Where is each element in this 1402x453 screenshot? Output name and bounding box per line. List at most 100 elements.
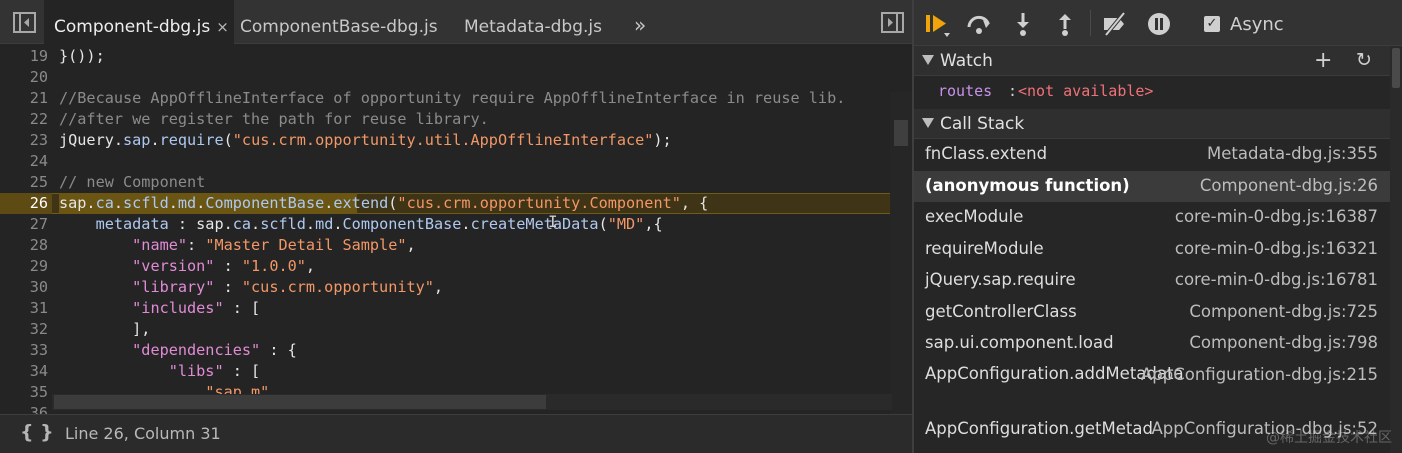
call-frame-location[interactable]: core-min-0-dbg.js:16321 <box>1175 239 1378 258</box>
line-number[interactable]: 23 <box>0 130 48 151</box>
expand-triangle-icon[interactable] <box>922 55 934 65</box>
code-line[interactable]: ], <box>59 319 150 340</box>
line-number[interactable]: 21 <box>0 88 48 109</box>
call-frame-location[interactable]: Component-dbg.js:26 <box>1200 176 1378 195</box>
code-line[interactable]: "dependencies" : { <box>59 340 297 361</box>
call-frame[interactable]: (anonymous function) Component-dbg.js:26 <box>914 171 1390 202</box>
horizontal-scroll-thumb[interactable] <box>54 395 546 409</box>
code-token: sap <box>123 131 151 149</box>
call-frame[interactable]: execModule core-min-0-dbg.js:16387 <box>914 202 1390 233</box>
code-line[interactable]: "includes" : [ <box>59 298 260 319</box>
code-token: : [ <box>223 299 261 317</box>
current-line-number[interactable]: 26 <box>0 193 52 214</box>
line-number[interactable]: 31 <box>0 298 48 319</box>
call-frame-function: sap.ui.component.load <box>925 333 1114 352</box>
code-line[interactable]: "name": "Master Detail Sample", <box>59 235 416 256</box>
line-number[interactable]: 25 <box>0 172 48 193</box>
close-icon[interactable]: × <box>216 18 229 36</box>
async-label[interactable]: Async <box>1230 14 1284 35</box>
step-into-icon[interactable] <box>1010 11 1036 37</box>
line-number[interactable]: 34 <box>0 361 48 382</box>
code-token: ca <box>232 215 252 233</box>
more-tabs-icon[interactable]: » <box>634 0 646 44</box>
add-watch-icon[interactable]: + <box>1314 48 1332 73</box>
toolbar-separator <box>1090 10 1091 36</box>
sidebar-scroll-thumb[interactable] <box>1392 48 1400 88</box>
line-number[interactable]: 32 <box>0 319 48 340</box>
expand-triangle-icon[interactable] <box>922 118 934 128</box>
code-line[interactable]: "version" : "1.0.0", <box>59 256 315 277</box>
toggle-navigator-icon[interactable] <box>12 10 38 36</box>
code-token: , <box>433 278 444 296</box>
call-frame[interactable]: AppConfiguration.addMetadata AppConfigura… <box>914 360 1390 412</box>
line-number[interactable]: 29 <box>0 256 48 277</box>
call-stack-title: Call Stack <box>940 114 1025 134</box>
step-over-icon[interactable] <box>966 11 992 37</box>
call-frame-location[interactable]: AppConfiguration-dbg.js:215 <box>1141 365 1378 384</box>
line-number[interactable]: 36 <box>0 403 48 414</box>
code-token: jQuery. <box>59 131 124 149</box>
call-frame-location[interactable]: Component-dbg.js:725 <box>1189 302 1378 321</box>
code-token: . <box>461 215 471 233</box>
resume-icon[interactable] <box>924 11 950 37</box>
tab-componentbase-dbg[interactable]: ComponentBase-dbg.js <box>240 0 438 44</box>
call-frame[interactable]: sap.ui.component.load Component-dbg.js:79… <box>914 328 1390 359</box>
debugger-toolbar: ✓ Async <box>914 0 1402 46</box>
call-frame[interactable]: fnClass.extend Metadata-dbg.js:355 <box>914 139 1390 170</box>
tab-metadata-dbg[interactable]: Metadata-dbg.js <box>464 0 602 44</box>
line-number[interactable]: 20 <box>0 67 48 88</box>
code-line[interactable]: jQuery.sap.require("cus.crm.opportunity.… <box>59 130 672 151</box>
async-checkbox[interactable]: ✓ <box>1204 16 1220 32</box>
code-viewport[interactable]: 19 20 21 22 23 24 25 26 27 28 29 30 31 32 33 34 35 36 }()… <box>0 46 912 414</box>
refresh-icon[interactable]: ↻ <box>1356 49 1372 71</box>
code-line[interactable]: metadata : sap.ca.scfld.md.ComponentBase… <box>59 214 663 235</box>
call-frame-function: jQuery.sap.require <box>925 270 1076 289</box>
tab-component-dbg[interactable]: Component-dbg.js × <box>44 0 234 45</box>
code-line[interactable]: // new Component <box>59 172 205 193</box>
call-frame[interactable]: jQuery.sap.require core-min-0-dbg.js:1678… <box>914 265 1390 296</box>
watch-expression-row[interactable]: routes : <not available> <box>914 77 1390 107</box>
pretty-print-button[interactable]: { } <box>20 421 54 443</box>
step-out-icon[interactable] <box>1052 11 1078 37</box>
watch-expression-name[interactable]: routes <box>938 82 992 100</box>
code-token: : <box>214 257 242 275</box>
code-line[interactable]: "library" : "cus.crm.opportunity", <box>59 277 443 298</box>
source-editor-panel: Component-dbg.js × ComponentBase-dbg.js M… <box>0 0 912 453</box>
line-number[interactable]: 19 <box>0 46 48 67</box>
watch-section-header[interactable]: Watch + ↻ <box>914 46 1390 76</box>
line-number[interactable]: 27 <box>0 214 48 235</box>
code-line[interactable]: "libs" : [ <box>59 361 260 382</box>
call-frame[interactable]: getControllerClass Component-dbg.js:725 <box>914 297 1390 328</box>
call-frame-function: AppConfiguration.getMetad <box>925 419 1153 438</box>
call-frame[interactable]: requireModule core-min-0-dbg.js:16321 <box>914 234 1390 265</box>
code-line[interactable]: }()); <box>59 46 105 67</box>
code-line[interactable]: //after we register the path for reuse l… <box>59 109 489 130</box>
code-token: , { <box>680 194 709 212</box>
code-token: , <box>406 236 416 254</box>
code-line[interactable]: sap.ca.scfld.md.ComponentBase.extend("cu… <box>59 193 708 214</box>
vertical-scroll-thumb[interactable] <box>894 120 908 146</box>
deactivate-breakpoints-icon[interactable] <box>1102 11 1128 37</box>
line-number[interactable]: 22 <box>0 109 48 130</box>
line-number[interactable]: 28 <box>0 235 48 256</box>
call-frame-location[interactable]: core-min-0-dbg.js:16781 <box>1175 270 1378 289</box>
line-number[interactable]: 33 <box>0 340 48 361</box>
line-number[interactable]: 24 <box>0 151 48 172</box>
line-number-gutter[interactable]: 19 20 21 22 23 24 25 26 27 28 29 30 31 32 33 34 35 36 <box>0 46 52 414</box>
call-frame-location[interactable]: Component-dbg.js:798 <box>1189 333 1378 352</box>
line-number[interactable]: 30 <box>0 277 48 298</box>
line-number[interactable]: 35 <box>0 382 48 403</box>
call-frame-location[interactable]: Metadata-dbg.js:355 <box>1207 144 1378 163</box>
toggle-debugger-sidebar-icon[interactable] <box>880 10 906 36</box>
code-lines[interactable]: }()); //Because AppOfflineInterface of op… <box>59 46 912 414</box>
pause-on-exceptions-icon[interactable] <box>1146 11 1172 37</box>
code-token: "1.0.0" <box>241 257 306 275</box>
code-line[interactable]: //Because AppOfflineInterface of opportu… <box>59 88 845 109</box>
sidebar-scrollbar[interactable] <box>1390 46 1402 453</box>
code-token: "MD" <box>607 215 645 233</box>
call-frame-location[interactable]: core-min-0-dbg.js:16387 <box>1175 207 1378 226</box>
call-stack-section-header[interactable]: Call Stack <box>914 109 1390 139</box>
